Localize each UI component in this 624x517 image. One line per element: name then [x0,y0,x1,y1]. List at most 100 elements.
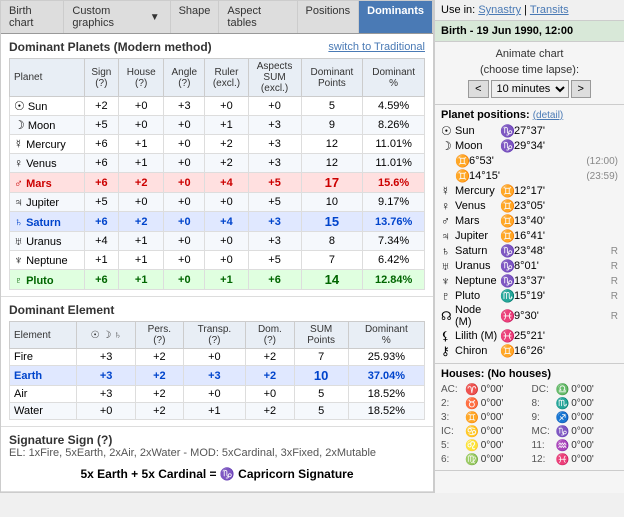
list-item: ♇ Pluto ♏ 15°19' R [441,289,618,303]
table-row: Water +0 +2 +1 +2 5 18.52% [10,403,425,420]
table-row: Earth +3 +2 +3 +2 10 37.04% [10,366,425,386]
table-row: ☉ Sun +2 +0 +3 +0 +0 5 4.59% [10,97,425,116]
houses-title: Houses: (No houses) [441,368,618,380]
tab-shape[interactable]: Shape [171,1,220,33]
dominant-planets-section: Dominant Planets (Modern method) switch … [1,34,433,297]
use-in-bar: Use in: Synastry | Transits [435,0,624,21]
house-item: 11:♒0°00' [532,439,619,452]
col-element: Element [10,322,77,349]
positions-section: Planet positions: (detail) ☉ Sun ♑ 27°37… [435,105,624,364]
house-item: MC:♑0°00' [532,425,619,438]
planet-name: Moon [28,120,56,132]
house-item: 8:♏0°00' [532,397,619,410]
positions-title: Planet positions: [441,109,530,121]
house-item: 9:♐0°00' [532,411,619,424]
house-item: 6:♍0°00' [441,453,528,466]
col-dom: Dom.(?) [246,322,294,349]
col-ruler: Ruler(excl.) [205,59,248,97]
house-item: AC:♈0°00' [441,383,528,396]
house-grid: AC:♈0°00'DC:♎0°00'2:♉0°00'8:♏0°00'3:♊0°0… [441,383,618,466]
animate-label: Animate chart [441,48,618,60]
tab-birth-chart[interactable]: Birth chart [1,1,64,33]
planet-name: Venus [26,158,57,170]
col-angle: Angle(?) [164,59,205,97]
list-item: ♅ Uranus ♑ 8°01' R [441,259,618,273]
animate-time-select[interactable]: 1 minute5 minutes10 minutes30 minutes1 h… [491,80,569,98]
animate-section: Animate chart (choose time lapse): < 1 m… [435,42,624,105]
transits-link[interactable]: Transits [530,4,569,16]
table-row: ♂ Mars +6 +2 +0 +4 +5 17 15.6% [10,173,425,193]
list-item: ♂ Mars ♊ 13°40' [441,214,618,228]
signature-title: Signature Sign (?) [9,433,425,447]
animate-sublabel: (choose time lapse): [441,64,618,76]
planet-name: Jupiter [26,197,59,209]
list-item: ♆ Neptune ♑ 13°37' R [441,274,618,288]
table-row: ☽ Moon +5 +0 +0 +1 +3 9 8.26% [10,116,425,135]
planet-symbol: ♃ [14,195,23,209]
dominant-element-title: Dominant Element [9,303,114,317]
planet-name: Neptune [26,255,68,267]
planet-symbol: ♅ [14,234,23,248]
tab-custom-graphics[interactable]: Custom graphics ▼ [64,1,170,33]
house-item: 5:♌0°00' [441,439,528,452]
col-sign: Sign(?) [84,59,119,97]
planet-name: Sun [28,101,48,113]
switch-to-traditional-link[interactable]: switch to Traditional [328,41,425,53]
list-item: ☉ Sun ♑ 27°37' [441,124,618,138]
col-sum: SUMPoints [294,322,348,349]
house-item: 12:♓0°00' [532,453,619,466]
list-item: ⚸ Lilith (M) ♓ 25°21' [441,329,618,343]
list-item: ♊ 14°15' (23:59) [441,169,618,183]
table-row: ♃ Jupiter +5 +0 +0 +0 +5 10 9.17% [10,193,425,212]
birth-label: Birth - 19 Jun 1990, 12:00 [441,25,573,37]
planet-symbol: ♄ [14,215,23,229]
planet-symbol: ☉ [14,99,25,113]
list-item: ♄ Saturn ♑ 23°48' R [441,244,618,258]
col-pers: Pers.(?) [136,322,184,349]
list-item: ♀ Venus ♊ 23°05' [441,199,618,213]
planet-name: Mars [26,178,52,190]
tab-dominants[interactable]: Dominants [359,1,433,33]
planet-name: Saturn [26,217,61,229]
dominant-planets-table: Planet Sign(?) House(?) Angle(?) Ruler(e… [9,58,425,290]
planets-list: ☉ Sun ♑ 27°37' ☽ Moon ♑ 29°34' ♊ 6°53' (… [441,124,618,358]
col-pct: Dominant% [363,59,425,97]
tab-positions[interactable]: Positions [298,1,360,33]
planet-symbol: ♀ [14,156,23,170]
list-item: ☽ Moon ♑ 29°34' [441,139,618,153]
signature-el-text: EL: 1xFire, 5xEarth, 2xAir, 2xWater - MO… [9,447,425,459]
table-row: ♆ Neptune +1 +1 +0 +0 +5 7 6.42% [10,251,425,270]
table-row: ♄ Saturn +6 +2 +0 +4 +3 15 13.76% [10,212,425,232]
col-transp: Transp.(?) [183,322,246,349]
house-item: 3:♊0°00' [441,411,528,424]
house-item: IC:♋0°00' [441,425,528,438]
custom-graphics-dropdown[interactable]: ▼ [148,12,162,23]
tab-bar: Birth chart Custom graphics ▼ Shape Aspe… [1,1,433,34]
list-item: ☿ Mercury ♊ 12°17' [441,184,618,198]
planet-symbol: ♆ [14,253,23,267]
table-row: ♅ Uranus +4 +1 +0 +0 +3 8 7.34% [10,232,425,251]
col-sym: ☉ ☽ ♄ [77,322,136,349]
col-house: House(?) [119,59,164,97]
col-dom-pct: Dominant% [348,322,424,349]
table-row: Air +3 +2 +0 +0 5 18.52% [10,386,425,403]
signature-section: Signature Sign (?) EL: 1xFire, 5xEarth, … [1,427,433,492]
planet-symbol: ♇ [14,273,23,287]
houses-section: Houses: (No houses) AC:♈0°00'DC:♎0°00'2:… [435,364,624,471]
planet-name: Uranus [26,236,61,248]
list-item: ♊ 6°53' (12:00) [441,154,618,168]
animate-next-button[interactable]: > [571,80,591,98]
tab-aspect-tables[interactable]: Aspect tables [219,1,297,33]
dominant-element-section: Dominant Element Element ☉ ☽ ♄ Pers.(?) … [1,297,433,427]
synastry-link[interactable]: Synastry [478,4,521,16]
dominant-planets-title: Dominant Planets (Modern method) [9,40,212,54]
col-planet: Planet [10,59,85,97]
list-item: ⚷ Chiron ♊ 16°26' [441,344,618,358]
right-panel: Use in: Synastry | Transits Birth - 19 J… [434,0,624,493]
animate-prev-button[interactable]: < [468,80,488,98]
positions-detail-link[interactable]: (detail) [533,110,564,121]
list-item: ☊ Node (M) ♓ 9°30' R [441,304,618,328]
planet-name: Pluto [26,275,54,287]
table-row: ♀ Venus +6 +1 +0 +2 +3 12 11.01% [10,154,425,173]
birth-box: Birth - 19 Jun 1990, 12:00 [435,21,624,42]
